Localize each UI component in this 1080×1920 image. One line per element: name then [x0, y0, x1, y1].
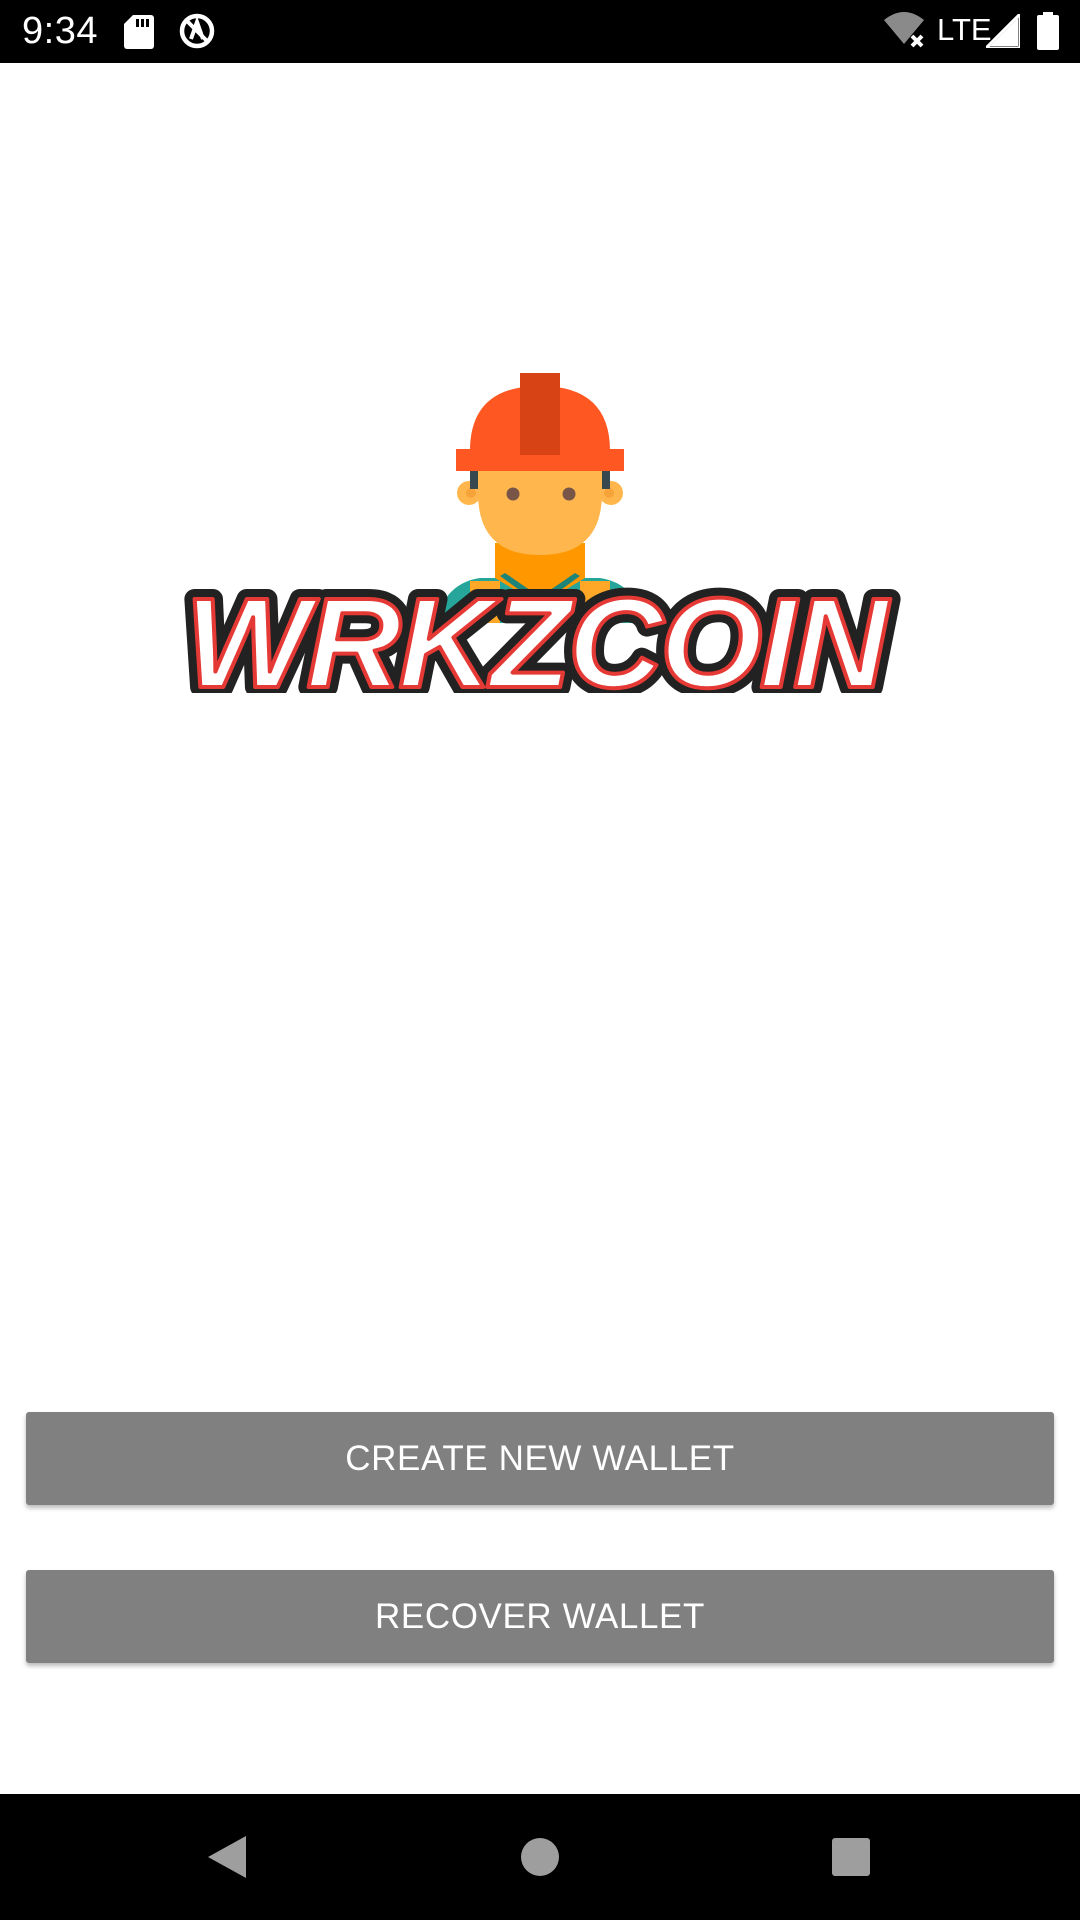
recents-icon[interactable]: [811, 1824, 891, 1890]
create-new-wallet-button[interactable]: CREATE NEW WALLET: [26, 1412, 1054, 1505]
welcome-screen: WRKZCOIN WRKZCOIN CREATE NEW WALLET RECO…: [0, 63, 1080, 1794]
status-time: 9:34: [22, 10, 98, 52]
network-type: LTE: [937, 12, 992, 47]
navigation-bar: [0, 1794, 1080, 1920]
recover-wallet-button[interactable]: RECOVER WALLET: [26, 1570, 1054, 1663]
status-bar: 9:34 LTE: [0, 0, 1080, 63]
home-icon[interactable]: [500, 1824, 580, 1890]
no-data-icon: [179, 13, 215, 49]
cell-signal-icon: [986, 14, 1020, 48]
back-icon[interactable]: [186, 1824, 266, 1890]
wifi-off-icon: [884, 12, 924, 48]
logo-wordmark: WRKZCOIN: [185, 572, 891, 693]
wrkzcoin-logo: WRKZCOIN WRKZCOIN: [175, 373, 904, 693]
battery-icon: [1037, 12, 1059, 50]
sd-card-icon: [124, 15, 154, 49]
